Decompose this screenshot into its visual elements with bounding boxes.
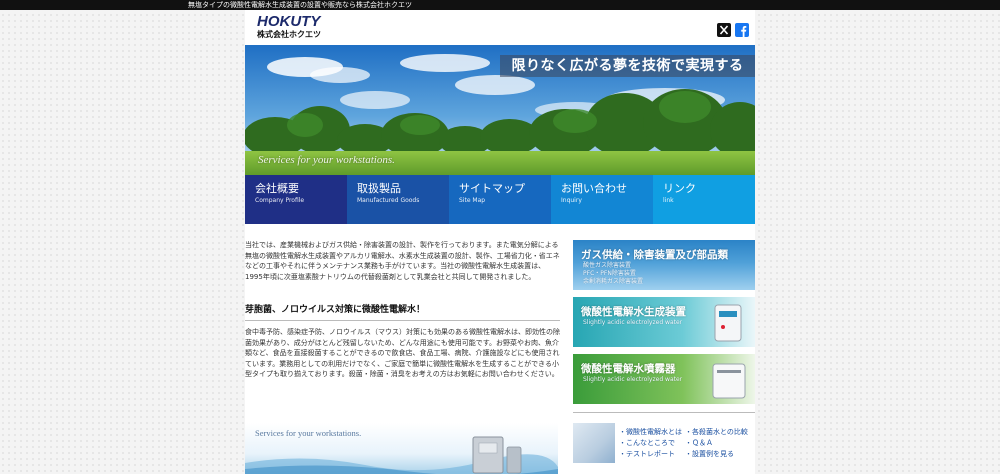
nav-label: サイトマップ xyxy=(459,182,525,195)
top-bar: 無塩タイプの微酸性電解水生成装置の設置や販売なら株式会社ホクエツ xyxy=(0,0,1000,10)
section-body: 食中毒予防、感染症予防、ノロウイルス（マウス）対策にも効果のある微酸性電解水は、… xyxy=(245,328,560,378)
hero-subtitle: Services for your workstations. xyxy=(258,154,395,166)
nav-products[interactable]: 取扱製品 Manufactured Goods xyxy=(347,175,449,224)
banner-electrolyzed-water-generator[interactable]: 微酸性電解水生成装置 Slightly acidic electrolyzed … xyxy=(573,297,755,347)
banner-title: 微酸性電解水噴霧器 xyxy=(581,363,676,375)
banner-sub: Slightly acidic electrolyzed water xyxy=(583,319,683,326)
banner-title: 微酸性電解水生成装置 xyxy=(581,306,686,318)
nav-sublabel: Manufactured Goods xyxy=(357,197,420,204)
nav-sublabel: Site Map xyxy=(459,197,486,204)
global-nav: 会社概要 Company Profile 取扱製品 Manufactured G… xyxy=(245,175,755,224)
page-container: HOKUTY 株式会社ホクエツ 限りなく広がる夢を技術で実現する Service… xyxy=(245,10,755,474)
nav-links[interactable]: リンク link xyxy=(653,175,755,224)
hero-image: 限りなく広がる夢を技術で実現する Services for your works… xyxy=(245,45,755,175)
intro-text: 当社では、産業機械およびガス供給・除害装置の設計、製作を行っております。また電気… xyxy=(245,241,560,281)
link-installation-examples[interactable]: ・設置例を見る xyxy=(685,449,748,460)
workstation-banner: Services for your workstations. xyxy=(245,423,558,474)
banner-title: ガス供給・除害装置及び部品類 xyxy=(581,249,728,261)
nav-company-profile[interactable]: 会社概要 Company Profile xyxy=(245,175,347,224)
banner-sub: Slightly acidic electrolyzed water xyxy=(583,376,683,383)
links-column-1: ・微酸性電解水とは ・こんなところで ・テストレポート xyxy=(619,427,682,460)
banner-gas-equipment[interactable]: ガス供給・除害装置及び部品類 酸性ガス除害装置 PFC・PFN除害装置 余剰消耗… xyxy=(573,240,755,290)
banner-sub: PFC・PFN除害装置 xyxy=(583,270,636,277)
nav-label: リンク xyxy=(663,182,696,195)
banner-sub: 酸性ガス除害装置 xyxy=(583,262,632,269)
nav-sublabel: Inquiry xyxy=(561,197,582,204)
banner-sub: 余剰消耗ガス除害装置 xyxy=(583,278,644,285)
nav-label: 会社概要 xyxy=(255,182,299,195)
x-icon[interactable] xyxy=(717,23,731,37)
sidebar-divider xyxy=(573,412,755,413)
sidebar: ガス供給・除害装置及び部品類 酸性ガス除害装置 PFC・PFN除害装置 余剰消耗… xyxy=(573,240,755,467)
header: HOKUTY 株式会社ホクエツ xyxy=(245,10,755,45)
nav-sublabel: link xyxy=(663,197,674,204)
generator-device-icon xyxy=(714,304,742,342)
nav-sublabel: Company Profile xyxy=(255,197,305,204)
water-splash-illustration xyxy=(245,436,558,474)
sprayer-device-icon xyxy=(712,363,746,399)
nav-sitemap[interactable]: サイトマップ Site Map xyxy=(449,175,551,224)
link-comparison[interactable]: ・各殺菌水との比較 xyxy=(685,427,748,438)
nav-label: 取扱製品 xyxy=(357,182,401,195)
nav-label: お問い合わせ xyxy=(561,182,627,195)
facebook-icon[interactable] xyxy=(735,23,749,37)
links-column-2: ・各殺菌水との比較 ・Ｑ＆Ａ ・設置例を見る xyxy=(685,427,748,460)
social-links xyxy=(717,23,749,37)
logo-english: HOKUTY xyxy=(257,13,321,30)
link-about-water[interactable]: ・微酸性電解水とは xyxy=(619,427,682,438)
banner-electrolyzed-water-sprayer[interactable]: 微酸性電解水噴霧器 Slightly acidic electrolyzed w… xyxy=(573,354,755,404)
info-links: ・微酸性電解水とは ・こんなところで ・テストレポート ・各殺菌水との比較 ・Ｑ… xyxy=(573,423,755,467)
logo-japanese: 株式会社ホクエツ xyxy=(257,30,321,39)
nav-inquiry[interactable]: お問い合わせ Inquiry xyxy=(551,175,653,224)
link-use-cases[interactable]: ・こんなところで xyxy=(619,438,682,449)
company-logo[interactable]: HOKUTY 株式会社ホクエツ xyxy=(257,14,329,42)
hands-washing-thumbnail xyxy=(573,423,615,463)
main-content: 当社では、産業機械およびガス供給・除害装置の設計、製作を行っております。また電気… xyxy=(245,240,560,474)
hero-catchphrase: 限りなく広がる夢を技術で実現する xyxy=(500,55,755,77)
section-title: 芽胞菌、ノロウイルス対策に微酸性電解水！ xyxy=(245,302,560,321)
link-faq[interactable]: ・Ｑ＆Ａ xyxy=(685,438,748,449)
link-test-report[interactable]: ・テストレポート xyxy=(619,449,682,460)
